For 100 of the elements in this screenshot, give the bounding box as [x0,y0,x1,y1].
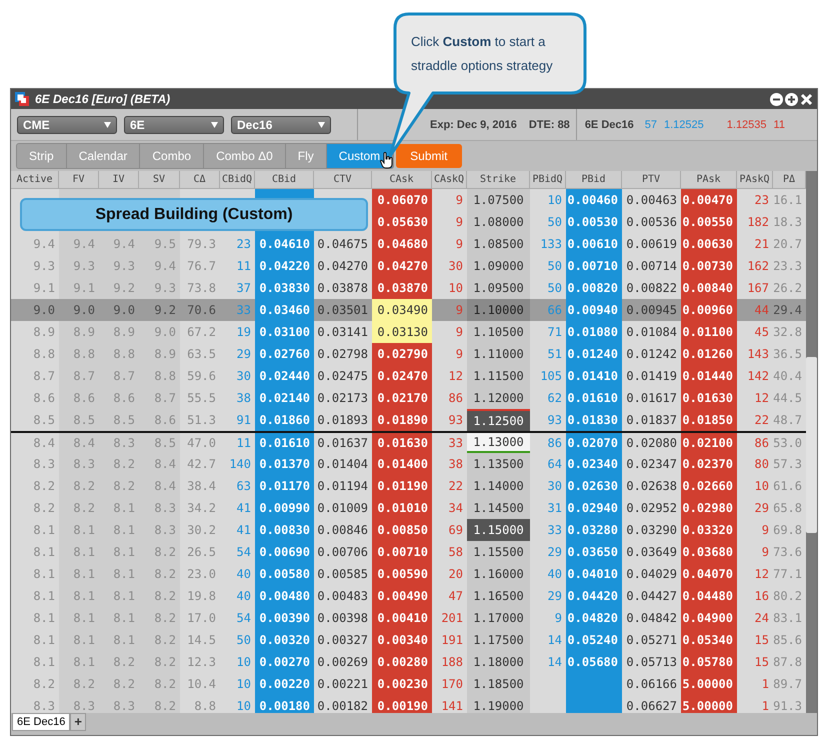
table-cell: 0.03100 [255,321,314,343]
table-cell: 0.06070 [372,189,432,211]
table-cell: 50 [530,255,566,277]
table-cell: 33 [220,299,255,321]
table-cell: 0.02173 [314,387,372,409]
table-cell: 0.02760 [255,343,314,365]
table-cell: 0.00463 [622,189,681,211]
table-cell: 1.15500 [467,541,530,563]
table-cell: 8.3 [99,695,139,713]
table-cell: 18.3 [773,211,806,233]
table-cell: 0.00822 [622,277,681,299]
table-cell: 0.00820 [566,277,622,299]
table-cell: 0.02630 [566,475,622,497]
table-cell: 1.08000 [467,211,530,233]
table-cell: 1.17000 [467,607,530,629]
table-cell: 0.00536 [622,211,681,233]
table-cell: 21 [737,233,773,255]
table-cell: 9.3 [11,255,59,277]
table-cell: 0.04420 [566,585,622,607]
table-cell: 30.2 [180,519,220,541]
table-cell: 45 [737,321,773,343]
table-cell: 91 [220,409,255,431]
table-cell: 93 [530,409,566,431]
table-cell: 8.1 [99,541,139,563]
table-cell: 0.01610 [566,387,622,409]
table-cell: 51.3 [180,409,220,431]
table-cell: 73.6 [773,541,806,563]
table-cell: 50 [530,211,566,233]
caret-icon [104,122,111,128]
table-cell: 0.00390 [255,607,314,629]
table-cell: 0.00830 [255,519,314,541]
table-cell: 8.3 [59,453,99,475]
table-cell: 0.05680 [566,651,622,673]
table-cell: 140 [220,453,255,475]
maximize-icon[interactable] [785,92,798,106]
table-cell: 1.14000 [467,475,530,497]
table-cell: 0.03649 [622,541,681,563]
table-cell: 0.00270 [255,651,314,673]
table-cell: 9 [432,343,467,365]
table-cell: 8.1 [59,541,99,563]
table-cell: 9.2 [139,299,180,321]
table-cell: 38.4 [180,475,220,497]
table-cell: 87.8 [773,651,806,673]
table-cell: 29 [530,541,566,563]
dropdown[interactable]: CME [17,116,117,134]
dropdown[interactable]: 6E [124,116,224,134]
table-cell: 0.03680 [681,541,737,563]
table-cell: 0.04220 [255,255,314,277]
table-cell: 10 [530,189,566,211]
dropdown[interactable]: Dec16 [231,116,331,134]
table-cell: 0.00221 [314,673,372,695]
add-tab-button[interactable]: + [70,713,86,731]
table-cell: 9.5 [139,233,180,255]
table-cell: 0.00846 [314,519,372,541]
spread-building-banner: Spread Building (Custom) [20,198,368,231]
table-cell: 8.2 [59,475,99,497]
table-cell: 9.4 [99,233,139,255]
table-cell: 8.3 [139,497,180,519]
table-cell: 30 [220,365,255,387]
table-cell: 8.2 [11,497,59,519]
sheet-tab[interactable]: 6E Dec16 [12,713,70,731]
table-cell: 70.6 [180,299,220,321]
table-cell: 0.01100 [681,321,737,343]
table-cell: 0.02370 [681,453,737,475]
submit-button[interactable]: Submit [396,144,462,168]
table-cell: 8.1 [11,607,59,629]
minimize-icon[interactable] [770,92,783,106]
table-cell: 40 [220,563,255,585]
table-cell: 26.5 [180,541,220,563]
table-cell: 16 [737,585,773,607]
table-cell: 8.2 [11,475,59,497]
table-cell: 9 [432,211,467,233]
table-cell: 80.2 [773,585,806,607]
close-icon[interactable] [800,92,813,106]
table-cell: 8.8 [11,343,59,365]
table-cell: 8.2 [11,673,59,695]
ask-price: 1.12535 [726,118,767,130]
table-cell: 10 [220,673,255,695]
table-cell: 8.1 [59,629,99,651]
table-cell: 41 [220,519,255,541]
table-cell: 8.3 [11,453,59,475]
table-cell: 57.3 [773,453,806,475]
table-cell: 93 [432,409,467,431]
table-cell: 58 [432,541,467,563]
table-cell: 0.01630 [372,431,432,453]
table-cell: 10 [737,475,773,497]
table-cell: 1.18500 [467,673,530,695]
table-cell: 0.00180 [255,695,314,713]
table-cell: 34 [432,497,467,519]
table-cell: 0.02080 [622,431,681,453]
table-cell: 86 [737,431,773,453]
table-cell: 0.00619 [622,233,681,255]
scrollbar[interactable] [806,171,817,713]
table-cell: 9.3 [139,277,180,299]
table-cell: 0.01893 [314,409,372,431]
table-cell: 0.05780 [681,651,737,673]
table-cell: 12 [737,563,773,585]
table-cell: 14.5 [180,629,220,651]
table-cell: 64 [530,453,566,475]
table-cell: 14 [530,651,566,673]
